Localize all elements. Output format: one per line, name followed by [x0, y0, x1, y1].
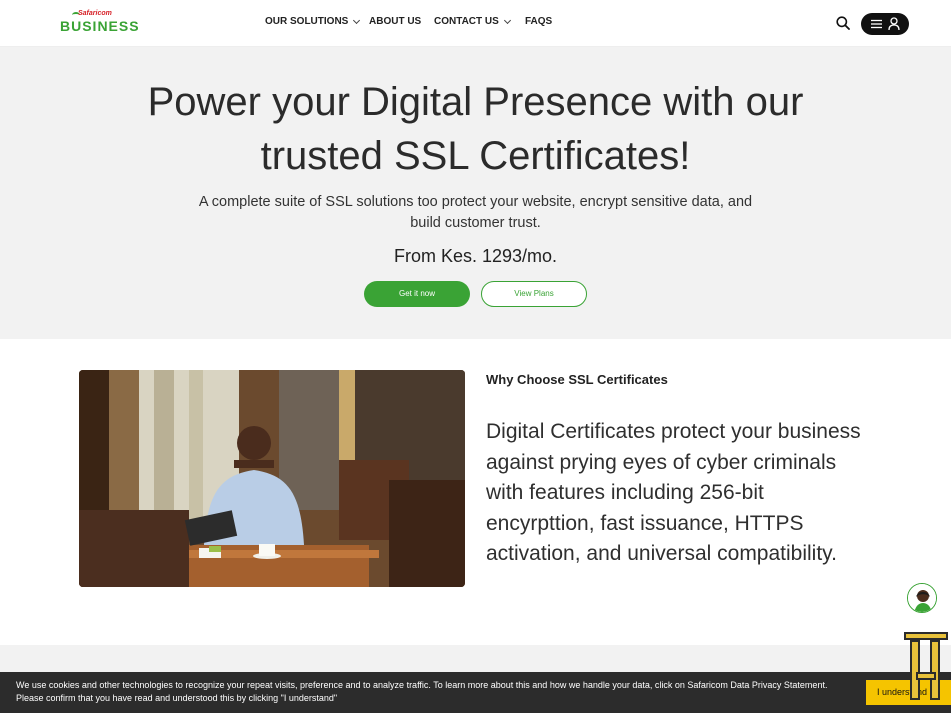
- nav-faqs-label: FAQS: [525, 16, 553, 27]
- hero-subtitle: A complete suite of SSL solutions too pr…: [198, 194, 753, 231]
- menu-account-button[interactable]: [861, 13, 909, 35]
- why-ssl-section: Why Choose SSL Certificates Digital Cert…: [0, 339, 951, 645]
- nav-contact-us[interactable]: CONTACT US: [434, 16, 511, 27]
- logo-business-text: BUSINESS: [60, 18, 140, 34]
- watermark-logo-icon: [904, 632, 948, 700]
- get-it-now-button[interactable]: Get it now: [364, 281, 470, 307]
- site-header: Safaricom BUSINESS OUR SOLUTIONS ABOUT U…: [0, 0, 951, 47]
- view-plans-button[interactable]: View Plans: [481, 281, 587, 307]
- nav-contact-us-label: CONTACT US: [434, 16, 499, 27]
- cookie-banner: We use cookies and other technologies to…: [0, 672, 951, 713]
- why-section-label: Why Choose SSL Certificates: [486, 372, 668, 387]
- why-section-text: Digital Certificates protect your busine…: [486, 420, 861, 565]
- nav-about-us-label: ABOUT US: [369, 16, 422, 27]
- nav-our-solutions[interactable]: OUR SOLUTIONS: [265, 16, 361, 27]
- businessman-tablet-photo: [79, 370, 465, 587]
- cookie-banner-text: We use cookies and other technologies to…: [16, 680, 828, 703]
- hero-price: From Kes. 1293/mo.: [393, 246, 558, 266]
- safaricom-business-logo[interactable]: Safaricom BUSINESS: [60, 10, 139, 34]
- chevron-down-icon: [353, 16, 361, 24]
- logo-safaricom-text: Safaricom: [78, 10, 112, 17]
- nav-our-solutions-label: OUR SOLUTIONS: [265, 16, 349, 27]
- chevron-down-icon: [503, 16, 511, 24]
- nav-faqs[interactable]: FAQS: [525, 16, 552, 27]
- hero-title: Power your Digital Presence with our tru…: [147, 80, 804, 178]
- hamburger-icon: [871, 19, 882, 29]
- user-icon: [888, 17, 900, 31]
- next-section-band: [0, 645, 951, 672]
- chat-assistant-button[interactable]: [907, 583, 937, 613]
- hero-section: Power your Digital Presence with our tru…: [0, 47, 951, 339]
- search-icon[interactable]: [836, 16, 850, 30]
- nav-about-us[interactable]: ABOUT US: [369, 16, 421, 27]
